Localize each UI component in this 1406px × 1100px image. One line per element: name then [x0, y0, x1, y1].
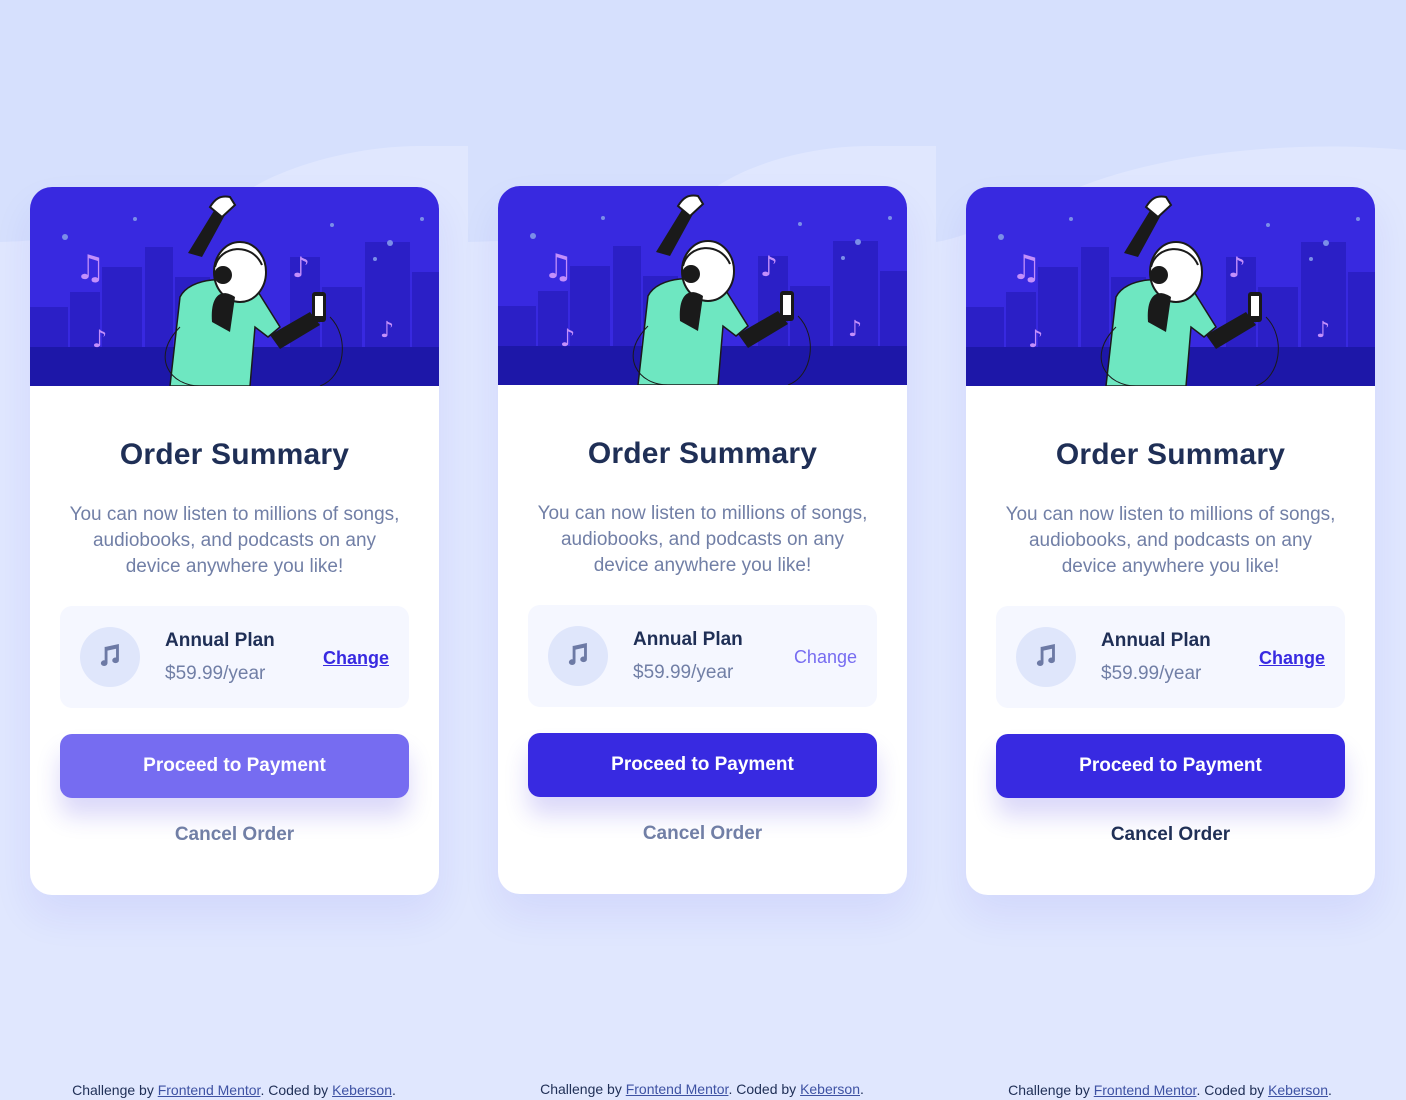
- card-description: You can now listen to millions of songs,…: [1005, 504, 1336, 577]
- plan-name: Annual Plan: [633, 629, 743, 650]
- cancel-order-button[interactable]: Cancel Order: [498, 823, 907, 845]
- proceed-to-payment-button[interactable]: Proceed to Payment: [996, 734, 1345, 798]
- frontend-mentor-link[interactable]: Frontend Mentor: [626, 1081, 729, 1097]
- plan-box: Annual Plan $59.99/year Change: [996, 606, 1345, 708]
- attribution-footer: Challenge by Frontend Mentor. Coded by K…: [936, 1082, 1404, 1098]
- attribution-footer: Challenge by Frontend Mentor. Coded by K…: [0, 1082, 468, 1098]
- plan-name: Annual Plan: [1101, 630, 1211, 651]
- hero-illustration: ♫ ♪ ♪ ♪: [498, 186, 907, 385]
- author-link[interactable]: Keberson: [1268, 1082, 1328, 1098]
- plan-box: Annual Plan $59.99/year Change: [60, 606, 409, 708]
- svg-text:♪: ♪: [1228, 251, 1246, 284]
- frontend-mentor-link[interactable]: Frontend Mentor: [1094, 1082, 1197, 1098]
- plan-price: $59.99/year: [633, 662, 734, 683]
- cancel-order-button[interactable]: Cancel Order: [30, 824, 439, 846]
- footer-text: Challenge by: [72, 1082, 158, 1098]
- proceed-to-payment-button[interactable]: Proceed to Payment: [60, 734, 409, 798]
- plan-icon-circle: [548, 626, 608, 686]
- footer-text: . Coded by: [1196, 1082, 1269, 1098]
- svg-text:♪: ♪: [1316, 318, 1330, 343]
- music-note-icon: [568, 643, 587, 666]
- svg-text:♪: ♪: [380, 318, 394, 343]
- svg-text:♪: ♪: [560, 324, 575, 352]
- order-summary-card: ♫ ♪ ♪ ♪ Order Summary You can now listen…: [966, 187, 1375, 895]
- svg-text:♪: ♪: [1028, 325, 1043, 353]
- svg-text:♫: ♫: [1011, 248, 1041, 288]
- change-plan-link[interactable]: Change: [794, 647, 857, 668]
- svg-text:♪: ♪: [292, 251, 310, 284]
- music-note-icon: [1036, 644, 1055, 667]
- hero-illustration: ♫ ♪ ♪ ♪: [30, 187, 439, 386]
- card-description: You can now listen to millions of songs,…: [69, 504, 400, 577]
- panel-1: ♫ ♪ ♪ ♪ Order Summary You can now listen…: [0, 0, 468, 1100]
- change-plan-link[interactable]: Change: [1259, 648, 1325, 669]
- svg-text:♪: ♪: [848, 317, 862, 342]
- panel-2: ♫ ♪ ♪ ♪ Order Summary You can now listen…: [468, 0, 936, 1100]
- card-title: Order Summary: [587, 437, 818, 470]
- plan-price: $59.99/year: [165, 663, 266, 684]
- card-title: Order Summary: [1055, 438, 1286, 471]
- order-summary-card: ♫ ♪ ♪ ♪ Order Summary You can now listen…: [498, 186, 907, 894]
- card-description: You can now listen to millions of songs,…: [537, 503, 868, 576]
- svg-text:♪: ♪: [92, 325, 107, 353]
- frontend-mentor-link[interactable]: Frontend Mentor: [158, 1082, 261, 1098]
- plan-icon-circle: [1016, 627, 1076, 687]
- svg-text:♪: ♪: [760, 250, 778, 283]
- cancel-order-button[interactable]: Cancel Order: [966, 824, 1375, 846]
- footer-text: Challenge by: [540, 1081, 626, 1097]
- panel-3: ♫ ♪ ♪ ♪ Order Summary You can now listen…: [936, 0, 1404, 1100]
- proceed-to-payment-button[interactable]: Proceed to Payment: [528, 733, 877, 797]
- order-summary-card: ♫ ♪ ♪ ♪ Order Summary You can now listen…: [30, 187, 439, 895]
- change-plan-link[interactable]: Change: [323, 648, 389, 669]
- card-title: Order Summary: [119, 438, 350, 471]
- author-link[interactable]: Keberson: [332, 1082, 392, 1098]
- footer-text: .: [860, 1081, 864, 1097]
- svg-text:♫: ♫: [75, 248, 105, 288]
- plan-icon-circle: [80, 627, 140, 687]
- footer-text: .: [392, 1082, 396, 1098]
- plan-name: Annual Plan: [165, 630, 275, 651]
- plan-box: Annual Plan $59.99/year Change: [528, 605, 877, 707]
- footer-text: . Coded by: [728, 1081, 801, 1097]
- footer-text: .: [1328, 1082, 1332, 1098]
- svg-text:♫: ♫: [543, 247, 573, 287]
- plan-price: $59.99/year: [1101, 663, 1202, 684]
- hero-illustration: ♫ ♪ ♪ ♪: [966, 187, 1375, 386]
- footer-text: . Coded by: [260, 1082, 333, 1098]
- music-note-icon: [100, 644, 119, 667]
- author-link[interactable]: Keberson: [800, 1081, 860, 1097]
- attribution-footer: Challenge by Frontend Mentor. Coded by K…: [468, 1081, 936, 1097]
- footer-text: Challenge by: [1008, 1082, 1094, 1098]
